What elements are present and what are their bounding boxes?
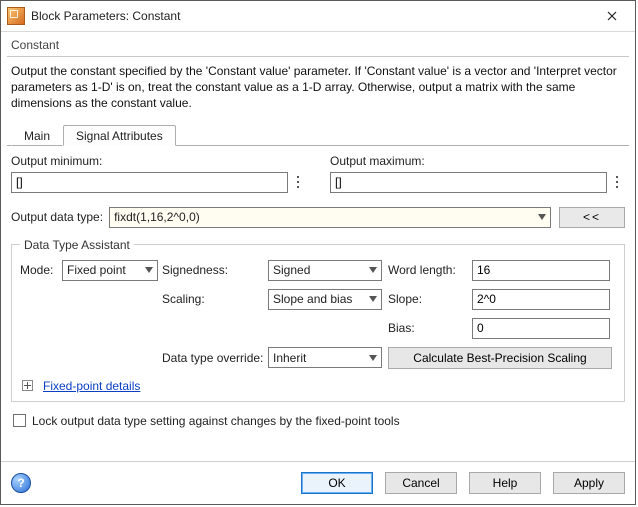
data-type-override-combo[interactable]: Inherit <box>268 347 382 368</box>
data-type-override-label: Data type override: <box>162 351 268 365</box>
mode-value: Fixed point <box>67 263 126 277</box>
data-type-override-value: Inherit <box>273 351 306 365</box>
lock-output-type-checkbox[interactable] <box>13 414 26 427</box>
signedness-combo[interactable]: Signed <box>268 260 382 281</box>
dialog-body: Constant Output the constant specified b… <box>1 32 635 461</box>
data-type-assistant-toggle-button[interactable]: << <box>559 207 625 228</box>
word-length-input[interactable] <box>472 260 610 281</box>
lock-output-type-label: Lock output data type setting against ch… <box>32 414 400 428</box>
help-button[interactable]: Help <box>469 472 541 494</box>
expand-icon <box>22 380 33 391</box>
fixed-point-details-link[interactable]: Fixed-point details <box>43 379 140 393</box>
output-data-type-label: Output data type: <box>11 210 103 224</box>
output-maximum-group: Output maximum: <box>330 154 625 193</box>
block-description: Output the constant specified by the 'Co… <box>7 57 629 120</box>
section-header: Constant <box>7 36 629 57</box>
dialog-window: Block Parameters: Constant Constant Outp… <box>0 0 636 505</box>
mode-combo[interactable]: Fixed point <box>62 260 158 281</box>
tab-main-label: Main <box>24 129 50 143</box>
mode-label: Mode: <box>20 263 62 277</box>
dialog-footer: ? OK Cancel Help Apply <box>1 461 635 504</box>
bias-label: Bias: <box>388 321 472 335</box>
tab-strip: Main Signal Attributes <box>7 124 629 146</box>
output-minimum-group: Output minimum: <box>11 154 306 193</box>
cancel-button[interactable]: Cancel <box>385 472 457 494</box>
slope-label: Slope: <box>388 292 472 306</box>
titlebar: Block Parameters: Constant <box>1 1 635 32</box>
help-icon[interactable]: ? <box>11 473 31 493</box>
signedness-label: Signedness: <box>162 263 268 277</box>
chevron-down-icon <box>145 267 153 273</box>
word-length-label: Word length: <box>388 263 472 277</box>
tab-signal-attributes-label: Signal Attributes <box>76 129 163 143</box>
output-data-type-combo[interactable]: fixdt(1,16,2^0,0) <box>109 207 551 228</box>
fixed-point-details-row[interactable]: Fixed-point details <box>20 379 616 393</box>
lock-output-type-row[interactable]: Lock output data type setting against ch… <box>11 414 625 428</box>
output-maximum-label: Output maximum: <box>330 154 625 168</box>
output-minimum-input[interactable] <box>11 172 288 193</box>
chevron-down-icon <box>369 296 377 302</box>
tab-signal-attributes[interactable]: Signal Attributes <box>63 125 176 146</box>
scaling-label: Scaling: <box>162 292 268 306</box>
apply-button[interactable]: Apply <box>553 472 625 494</box>
calculate-best-precision-button[interactable]: Calculate Best-Precision Scaling <box>388 347 612 369</box>
window-close-button[interactable] <box>589 1 635 31</box>
signedness-value: Signed <box>273 263 310 277</box>
output-minimum-more-button[interactable] <box>290 172 306 193</box>
output-data-type-value: fixdt(1,16,2^0,0) <box>114 210 200 224</box>
window-title: Block Parameters: Constant <box>31 9 589 23</box>
chevron-down-icon <box>369 267 377 273</box>
slope-input[interactable] <box>472 289 610 310</box>
bias-input[interactable] <box>472 318 610 339</box>
output-maximum-input[interactable] <box>330 172 607 193</box>
app-icon <box>7 7 25 25</box>
tab-main[interactable]: Main <box>11 125 63 146</box>
minmax-row: Output minimum: Output maximum: <box>11 154 625 195</box>
data-type-assistant-legend: Data Type Assistant <box>20 238 134 252</box>
vertical-ellipsis-icon <box>613 175 621 189</box>
scaling-combo[interactable]: Slope and bias <box>268 289 382 310</box>
output-data-type-row: Output data type: fixdt(1,16,2^0,0) << <box>11 207 625 228</box>
data-type-assistant-group: Data Type Assistant Mode: Fixed point Si… <box>11 238 625 402</box>
output-minimum-label: Output minimum: <box>11 154 306 168</box>
scaling-value: Slope and bias <box>273 292 352 306</box>
close-icon <box>607 11 617 21</box>
vertical-ellipsis-icon <box>294 175 302 189</box>
chevron-down-icon <box>369 355 377 361</box>
output-maximum-more-button[interactable] <box>609 172 625 193</box>
tab-panel-signal-attributes: Output minimum: Output maximum: <box>7 146 629 459</box>
ok-button[interactable]: OK <box>301 472 373 494</box>
chevron-down-icon <box>538 214 546 220</box>
